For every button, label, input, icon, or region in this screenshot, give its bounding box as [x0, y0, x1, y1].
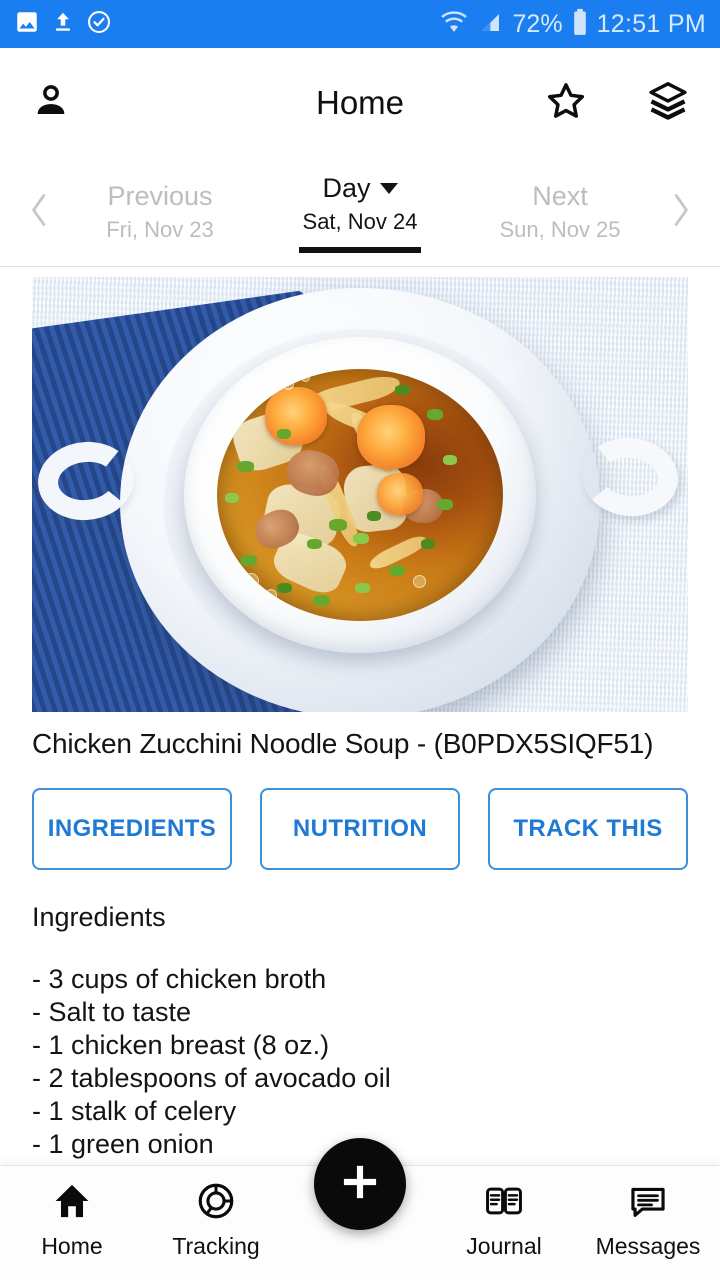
next-date: Sun, Nov 25 — [499, 217, 621, 242]
profile-button[interactable] — [30, 80, 72, 127]
layers-button[interactable] — [646, 79, 690, 128]
nav-label-tracking: Tracking — [172, 1233, 260, 1259]
next-day-arrow[interactable] — [660, 186, 702, 239]
recipe-title: Chicken Zucchini Noodle Soup - (B0PDX5SI… — [32, 728, 654, 759]
nav-label-journal: Journal — [466, 1233, 542, 1259]
list-item: - 3 cups of chicken broth — [32, 964, 327, 994]
previous-label: Previous — [107, 181, 213, 211]
add-button[interactable] — [314, 1138, 406, 1230]
ingredients-heading: Ingredients — [32, 902, 166, 932]
app-screen: 72% 12:51 PM Home Previous Fri, Nov 23 D… — [0, 0, 720, 1280]
current-day-selector[interactable]: Day Sat, Nov 24 — [260, 171, 460, 253]
soup-broth — [217, 368, 503, 621]
status-bar: 72% 12:51 PM — [0, 0, 720, 48]
nav-item-journal[interactable]: Journal — [432, 1166, 576, 1260]
recipe-image — [32, 277, 688, 712]
current-date: Sat, Nov 24 — [302, 209, 418, 234]
ingredients-button[interactable]: INGREDIENTS — [32, 788, 232, 870]
status-bar-right-icons: 72% 12:51 PM — [439, 8, 706, 41]
nav-label-messages: Messages — [595, 1233, 701, 1259]
recipe-action-buttons: INGREDIENTS NUTRITION TRACK THIS — [0, 760, 720, 870]
active-tab-indicator — [299, 247, 421, 253]
previous-date: Fri, Nov 23 — [106, 217, 214, 242]
track-this-button[interactable]: TRACK THIS — [488, 788, 688, 870]
image-icon — [14, 9, 40, 40]
cell-signal-icon — [478, 10, 504, 39]
status-bar-clock: 12:51 PM — [596, 9, 706, 38]
app-bar: Home — [0, 48, 720, 158]
date-navigation: Previous Fri, Nov 23 Day Sat, Nov 24 Nex… — [0, 158, 720, 266]
nav-label-home: Home — [41, 1233, 103, 1259]
range-mode-label: Day — [322, 173, 371, 203]
list-item: - 1 chicken breast (8 oz.) — [32, 1030, 330, 1060]
favorites-button[interactable] — [544, 79, 588, 128]
chevron-down-icon[interactable] — [379, 182, 398, 194]
layers-icon — [646, 79, 690, 128]
check-circle-icon — [86, 9, 112, 40]
next-day-button[interactable]: Next Sun, Nov 25 — [460, 179, 660, 245]
soup-cup — [184, 336, 536, 653]
status-bar-left-icons — [14, 9, 112, 40]
ingredients-list: - 3 cups of chicken broth - Salt to tast… — [0, 933, 720, 1161]
recipe-card: Chicken Zucchini Noodle Soup - (B0PDX5SI… — [0, 267, 720, 1173]
list-item: - 2 tablespoons of avocado oil — [32, 1063, 391, 1093]
nav-item-home[interactable]: Home — [0, 1166, 144, 1260]
wifi-icon — [439, 10, 469, 39]
app-bar-actions — [544, 79, 690, 128]
previous-day-button[interactable]: Previous Fri, Nov 23 — [60, 179, 260, 245]
next-label: Next — [532, 181, 588, 211]
battery-icon — [572, 8, 588, 41]
chat-bubble-icon — [627, 1180, 669, 1227]
home-icon — [51, 1180, 93, 1227]
bottom-navigation: Home Tracking Journal Messages — [0, 1138, 720, 1280]
list-item: - 1 stalk of celery — [32, 1096, 237, 1126]
plus-icon — [337, 1159, 383, 1210]
nav-item-tracking[interactable]: Tracking — [144, 1166, 288, 1260]
list-item: - Salt to taste — [32, 997, 192, 1027]
battery-percent-label: 72% — [512, 9, 563, 38]
nav-item-messages[interactable]: Messages — [576, 1166, 720, 1260]
donut-chart-icon — [195, 1180, 237, 1227]
book-icon — [483, 1180, 525, 1227]
nutrition-button[interactable]: NUTRITION — [260, 788, 460, 870]
previous-day-arrow[interactable] — [18, 186, 60, 239]
upload-icon — [52, 9, 74, 40]
person-icon — [30, 80, 72, 127]
star-outline-icon — [544, 79, 588, 128]
